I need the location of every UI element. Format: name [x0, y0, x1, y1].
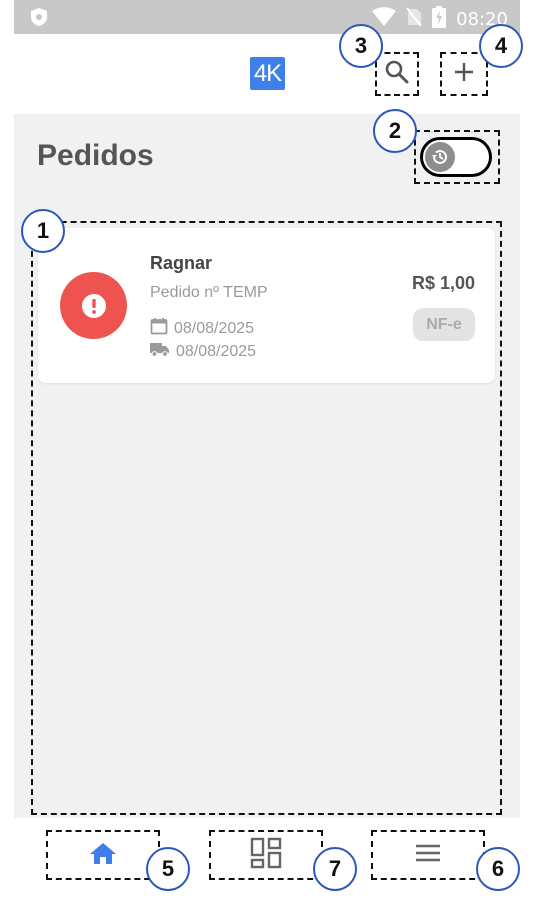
no-sim-icon	[406, 7, 422, 32]
delivery-date-row: 08/08/2025	[150, 340, 256, 363]
nav-menu[interactable]	[371, 830, 485, 880]
nfe-badge: NF-e	[413, 308, 475, 341]
annotation-marker-1: 1	[21, 209, 65, 253]
annotation-marker-7: 7	[313, 847, 357, 891]
page-title: Pedidos	[37, 139, 154, 172]
order-card[interactable]: Ragnar Pedido nº TEMP 08/08/2025 08/08/2…	[38, 228, 495, 383]
order-date-row: 08/08/2025	[150, 317, 254, 340]
plus-icon	[453, 61, 475, 88]
history-icon	[425, 142, 455, 172]
calendar-icon	[150, 317, 168, 340]
bottom-navigation	[14, 818, 520, 919]
home-icon	[89, 841, 117, 870]
delivery-date: 08/08/2025	[176, 342, 257, 360]
annotation-marker-5: 5	[146, 847, 190, 891]
battery-charging-icon	[432, 6, 447, 33]
orders-screen: Pedidos Ragnar Pedido nº TEMP 08/08/2025	[14, 114, 520, 818]
annotation-marker-6: 6	[476, 847, 520, 891]
truck-icon	[150, 340, 170, 363]
order-number: Pedido nº TEMP	[150, 284, 268, 301]
app-logo: 4K	[250, 57, 285, 90]
order-date: 08/08/2025	[174, 319, 255, 337]
customer-name: Ragnar	[150, 253, 213, 273]
annotation-marker-2: 2	[373, 109, 417, 153]
alert-icon	[60, 272, 127, 339]
nav-home[interactable]	[46, 830, 160, 880]
orders-list[interactable]: Ragnar Pedido nº TEMP 08/08/2025 08/08/2…	[31, 221, 502, 815]
app-bar: 4K	[14, 34, 520, 114]
order-total: R$ 1,00	[411, 273, 475, 293]
wifi-icon	[372, 7, 397, 32]
nav-dashboard[interactable]	[209, 830, 323, 880]
search-button[interactable]	[375, 52, 419, 96]
annotation-marker-4: 4	[479, 24, 523, 68]
dashboard-icon	[250, 837, 282, 874]
shield-icon	[30, 7, 48, 32]
search-icon	[384, 59, 410, 90]
annotation-marker-3: 3	[339, 24, 383, 68]
history-toggle-area	[414, 130, 500, 184]
add-order-button[interactable]	[440, 52, 488, 96]
hamburger-menu-icon	[414, 842, 442, 869]
status-bar: 08:20	[14, 0, 520, 34]
history-toggle[interactable]	[420, 137, 492, 177]
